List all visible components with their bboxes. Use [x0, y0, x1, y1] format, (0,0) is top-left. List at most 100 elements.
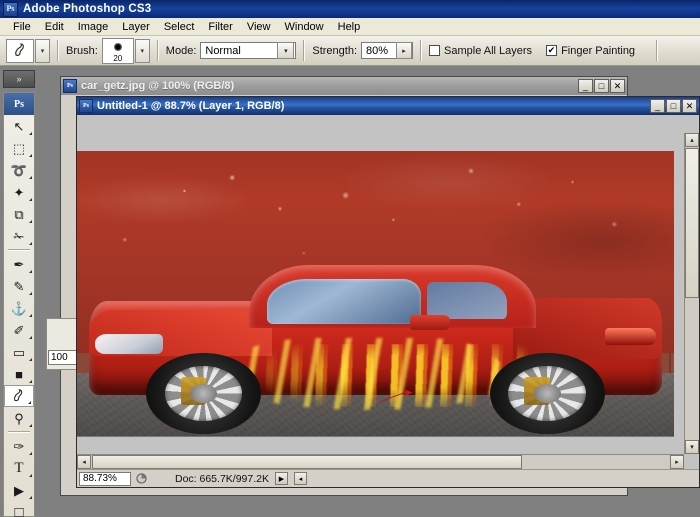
strength-label: Strength: [312, 44, 358, 57]
tool-magic-wand[interactable]: ✦ [4, 181, 34, 203]
options-divider-5 [656, 40, 659, 61]
zoom-level-input[interactable]: 88.73% [79, 471, 131, 486]
menu-bar: File Edit Image Layer Select Filter View… [0, 18, 700, 36]
sample-all-layers-checkbox[interactable]: Sample All Layers [429, 45, 536, 57]
status-menu-arrow-icon[interactable]: ▶ [274, 472, 288, 485]
eraser-tool-icon: ▭ [12, 344, 26, 360]
history-brush-tool-icon: ✐ [13, 322, 25, 338]
tool-pen[interactable]: ✑ [4, 435, 34, 457]
tool-flyout-corner-icon [29, 154, 32, 157]
tool-path-selection[interactable]: ▶ [4, 479, 34, 501]
tool-marquee[interactable]: ⬚ [4, 137, 34, 159]
canvas-horizontal-scrollbar[interactable]: ◂ ▸ [77, 454, 684, 469]
maximize-button[interactable]: □ [666, 99, 681, 113]
tool-eraser[interactable]: ▭ [4, 341, 34, 363]
strength-slider-arrow-icon[interactable]: ▸ [396, 42, 413, 59]
tool-shape[interactable]: □ [4, 501, 34, 517]
image-canvas[interactable]: rotaldara.com [77, 151, 674, 437]
document-title-car-getz: car_getz.jpg @ 100% (RGB/8) [81, 80, 235, 92]
application-title-bar: Ps Adobe Photoshop CS3 [0, 0, 700, 18]
status-prev-arrow-icon[interactable]: ◂ [293, 472, 307, 485]
menu-item-filter[interactable]: Filter [201, 20, 239, 34]
panel-value-field[interactable]: 100 [48, 350, 78, 365]
current-tool-preset[interactable] [6, 38, 34, 63]
document-title-bar-inactive[interactable]: Ps car_getz.jpg @ 100% (RGB/8) _ □ ✕ [61, 77, 627, 95]
options-divider-2 [156, 40, 159, 61]
scroll-left-arrow-icon[interactable]: ◂ [77, 455, 91, 469]
wheel-hub [533, 383, 562, 404]
tool-crop[interactable]: ⧉ [4, 203, 34, 225]
scroll-up-arrow-icon[interactable]: ▴ [685, 133, 699, 147]
tool-flyout-corner-icon [29, 270, 32, 273]
photoshop-application-window: Ps Adobe Photoshop CS3 File Edit Image L… [0, 0, 700, 517]
minimize-button[interactable]: _ [650, 99, 665, 113]
tool-healing-brush[interactable]: ✒ [4, 253, 34, 275]
tool-flyout-corner-icon [29, 380, 32, 383]
tool-preset-dropdown[interactable]: ▾ [35, 38, 50, 63]
tool-move[interactable]: ↖ [4, 115, 34, 137]
tool-flyout-corner-icon [29, 176, 32, 179]
menu-item-view[interactable]: View [240, 20, 278, 34]
menu-item-window[interactable]: Window [278, 20, 331, 34]
tool-flyout-corner-icon [29, 358, 32, 361]
tool-smudge[interactable] [4, 385, 34, 407]
tool-brush[interactable]: ✎ [4, 275, 34, 297]
tool-flyout-corner-icon [29, 198, 32, 201]
finger-painting-checkbox[interactable]: ✔ Finger Painting [546, 45, 639, 57]
document-title-untitled-1: Untitled-1 @ 88.7% (Layer 1, RGB/8) [97, 100, 285, 112]
canvas-vertical-scrollbar[interactable]: ▴ ▾ [684, 133, 699, 454]
document-window-untitled-1[interactable]: Ps Untitled-1 @ 88.7% (Layer 1, RGB/8) _… [76, 96, 700, 488]
document-title-bar-active[interactable]: Ps Untitled-1 @ 88.7% (Layer 1, RGB/8) _… [77, 97, 699, 115]
tool-flyout-corner-icon [29, 424, 32, 427]
car-taillight [604, 328, 657, 346]
menu-item-file[interactable]: File [6, 20, 38, 34]
menu-item-edit[interactable]: Edit [38, 20, 71, 34]
car-side-mirror [409, 314, 450, 330]
tool-dodge[interactable]: ⚲ [4, 407, 34, 429]
menu-item-layer[interactable]: Layer [115, 20, 157, 34]
slice-tool-icon: ✁ [13, 228, 25, 244]
tool-history-brush[interactable]: ✐ [4, 319, 34, 341]
toolbox-divider-2 [8, 431, 30, 433]
sample-all-layers-label: Sample All Layers [444, 44, 533, 57]
close-button[interactable]: ✕ [682, 99, 697, 113]
car-window-front [266, 278, 422, 324]
toolbox-header-icon: Ps [4, 93, 34, 115]
preview-icon[interactable] [133, 472, 149, 486]
tool-gradient[interactable]: ■ [4, 363, 34, 385]
blend-mode-select[interactable]: Normal ▾ [200, 42, 297, 59]
toolbox-panel: Ps ↖ ⬚ ➰ ✦ ⧉ ✁ ✒ ✎ ⚓ ✐ ▭ ■ ⚲ ✑ T ▶ □ [3, 92, 35, 517]
brush-preview[interactable]: 20 [101, 37, 134, 64]
menu-item-help[interactable]: Help [331, 20, 368, 34]
document-size-info: Doc: 665.7K/997.2K [175, 472, 269, 485]
move-tool-icon: ↖ [13, 118, 25, 134]
palette-dock-expand-button[interactable]: » [3, 70, 35, 88]
scroll-down-arrow-icon[interactable]: ▾ [685, 440, 699, 454]
tool-lasso[interactable]: ➰ [4, 159, 34, 181]
hidden-panel-sliver[interactable]: 100 [46, 318, 80, 370]
tool-flyout-corner-icon [29, 496, 32, 499]
tool-type[interactable]: T [4, 457, 34, 479]
tool-slice[interactable]: ✁ [4, 225, 34, 247]
menu-item-select[interactable]: Select [157, 20, 202, 34]
tool-flyout-corner-icon [29, 314, 32, 317]
tool-flyout-corner-icon [29, 132, 32, 135]
brush-dropdown[interactable]: ▾ [134, 38, 150, 63]
car-rear-wheel [490, 352, 605, 435]
strength-input[interactable]: 80% ▸ [361, 42, 414, 59]
tool-flyout-corner-icon [28, 401, 31, 404]
photoshop-icon: Ps [3, 1, 18, 17]
maximize-button[interactable]: □ [594, 79, 609, 93]
horizontal-scroll-thumb[interactable] [92, 455, 522, 469]
tool-clone-stamp[interactable]: ⚓ [4, 297, 34, 319]
minimize-button[interactable]: _ [578, 79, 593, 93]
photoshop-doc-icon: Ps [63, 79, 77, 93]
application-title: Adobe Photoshop CS3 [23, 3, 152, 15]
close-button[interactable]: ✕ [610, 79, 625, 93]
chevron-down-icon[interactable]: ▾ [277, 42, 295, 59]
scroll-right-arrow-icon[interactable]: ▸ [670, 455, 684, 469]
options-divider-3 [303, 40, 306, 61]
vertical-scroll-thumb[interactable] [685, 148, 699, 298]
magic-wand-tool-icon: ✦ [13, 184, 25, 200]
menu-item-image[interactable]: Image [71, 20, 116, 34]
